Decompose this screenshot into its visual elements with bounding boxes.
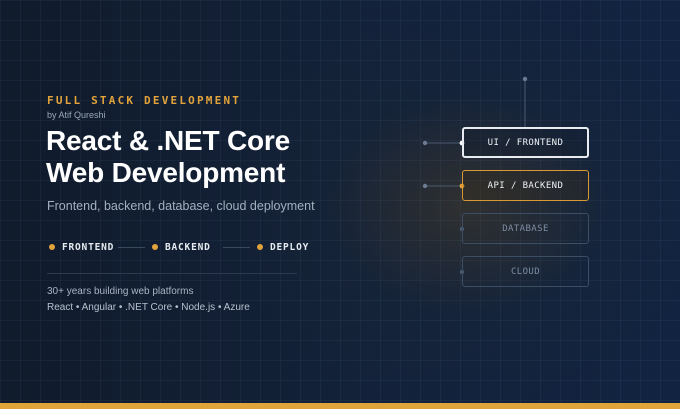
node-cloud: CLOUD	[462, 256, 589, 287]
page-title: React & .NET Core Web Development	[46, 125, 290, 189]
subtitle: Frontend, backend, database, cloud deplo…	[47, 199, 315, 213]
bottom-accent-bar	[0, 403, 680, 409]
step-backend: BACKEND	[152, 241, 211, 253]
tech-stack-list: React • Angular • .NET Core • Node.js • …	[47, 302, 250, 313]
experience-note: 30+ years building web platforms	[47, 286, 194, 297]
step-dot	[49, 244, 55, 250]
step-dot	[152, 244, 158, 250]
step-label: FRONTEND	[62, 241, 115, 253]
step-label: DEPLOY	[270, 241, 310, 253]
title-line-2: Web Development	[46, 157, 286, 188]
step-dot	[257, 244, 263, 250]
step-connector	[118, 247, 145, 248]
step-label: BACKEND	[165, 241, 211, 253]
node-database: DATABASE	[462, 213, 589, 244]
step-track: FRONTEND BACKEND DEPLOY	[49, 241, 309, 253]
step-connector	[223, 247, 250, 248]
node-ui-frontend: UI / FRONTEND	[462, 127, 589, 158]
eyebrow-label: FULL STACK DEVELOPMENT	[47, 94, 242, 107]
title-line-1: React & .NET Core	[46, 125, 290, 156]
section-divider	[47, 273, 297, 274]
step-deploy: DEPLOY	[257, 241, 309, 253]
author-byline: by Atif Qureshi	[47, 110, 106, 120]
node-api-backend: API / BACKEND	[462, 170, 589, 201]
step-frontend: FRONTEND	[49, 241, 114, 253]
